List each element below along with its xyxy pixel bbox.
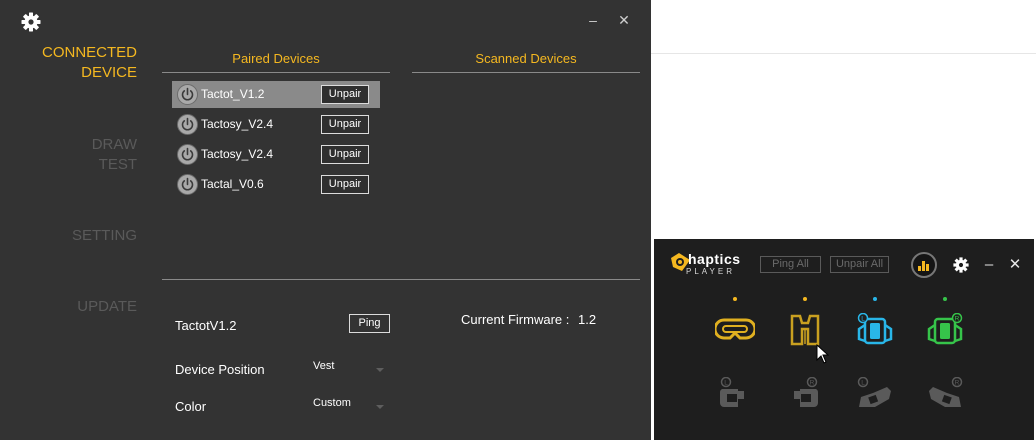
svg-text:R: R — [955, 380, 960, 387]
status-dot — [873, 297, 877, 301]
logo-subtitle: PLAYER — [686, 267, 735, 276]
player-minimize-button[interactable]: – — [981, 257, 997, 273]
paired-devices-title: Paired Devices — [232, 51, 320, 66]
paired-device-row[interactable]: Tactal_V0.6 Unpair — [172, 171, 380, 198]
scanned-devices-divider — [412, 72, 640, 73]
color-value: Custom — [313, 397, 351, 409]
device-name: Tactosy_V2.4 — [201, 117, 274, 131]
unpair-button[interactable]: Unpair — [321, 115, 369, 134]
paired-device-row[interactable]: Tactot_V1.2 Unpair — [172, 81, 380, 108]
nav-item-draw-test[interactable]: DRAW TEST — [92, 135, 137, 175]
player-close-button[interactable]: ✕ — [1007, 257, 1023, 273]
background-divider — [651, 53, 1036, 54]
unpair-button[interactable]: Unpair — [321, 145, 369, 164]
nav-item-label: TEST — [98, 156, 137, 173]
detail-divider — [162, 279, 640, 280]
chevron-down-icon — [376, 368, 384, 372]
power-icon[interactable] — [177, 144, 198, 165]
power-icon[interactable] — [177, 84, 198, 105]
firmware-label: Current Firmware : — [461, 312, 570, 327]
device-name: Tactal_V0.6 — [201, 177, 264, 191]
player-settings-gear-icon[interactable] — [953, 257, 969, 273]
mouse-cursor-icon — [816, 343, 830, 369]
left-arm-icon[interactable]: L — [855, 312, 895, 352]
color-label: Color — [175, 399, 207, 414]
unpair-button[interactable]: Unpair — [321, 175, 369, 194]
close-button[interactable]: ✕ — [616, 12, 632, 28]
svg-text:R: R — [810, 380, 815, 387]
paired-device-row[interactable]: Tactosy_V2.4 Unpair — [172, 111, 380, 138]
ping-all-button[interactable]: Ping All — [760, 256, 821, 273]
power-icon[interactable] — [177, 114, 198, 135]
nav-item-label: DEVICE — [81, 64, 137, 81]
selected-device-name: TactotV1.2 — [175, 318, 237, 333]
svg-text:R: R — [955, 316, 960, 323]
status-dot — [733, 297, 737, 301]
left-foot-icon[interactable]: L — [855, 376, 895, 416]
feedback-meter-icon[interactable] — [911, 252, 937, 278]
right-foot-icon[interactable]: R — [925, 376, 965, 416]
unpair-all-button[interactable]: Unpair All — [830, 256, 889, 273]
power-icon[interactable] — [177, 174, 198, 195]
status-dot — [803, 297, 807, 301]
chevron-down-icon — [376, 405, 384, 409]
minimize-button[interactable]: – — [585, 12, 601, 28]
nav-item-label: UPDATE — [77, 298, 137, 315]
svg-text:L: L — [861, 380, 865, 387]
logo-text: haptics — [688, 251, 741, 267]
head-visor-icon[interactable] — [713, 315, 757, 350]
right-arm-icon[interactable]: R — [925, 312, 965, 352]
nav-item-setting[interactable]: SETTING — [72, 226, 137, 246]
paired-devices-divider — [162, 72, 390, 73]
right-hand-icon[interactable]: R — [786, 376, 824, 416]
device-name: Tactosy_V2.4 — [201, 147, 274, 161]
nav-item-label: CONNECTED — [41, 44, 137, 61]
status-dot — [943, 297, 947, 301]
settings-gear-icon[interactable] — [21, 12, 41, 32]
nav-item-label: SETTING — [71, 227, 137, 244]
device-position-value: Vest — [313, 360, 335, 372]
scanned-devices-title: Scanned Devices — [475, 51, 577, 66]
device-position-select[interactable]: Vest — [310, 356, 386, 376]
nav-item-connected-device[interactable]: CONNECTED DEVICE — [42, 43, 137, 83]
ping-button[interactable]: Ping — [349, 314, 390, 333]
firmware-value: 1.2 — [578, 312, 597, 327]
svg-text:L: L — [724, 380, 728, 387]
unpair-button[interactable]: Unpair — [321, 85, 369, 104]
connected-device-window: – ✕ CONNECTED DEVICE DRAW TEST SETTING U… — [0, 0, 651, 440]
nav-item-label: DRAW — [91, 136, 137, 153]
nav-item-update[interactable]: UPDATE — [77, 297, 137, 317]
color-select[interactable]: Custom — [310, 393, 386, 413]
bhaptics-player-window: haptics PLAYER Ping All Unpair All – ✕ L… — [654, 239, 1034, 440]
device-position-label: Device Position — [175, 362, 265, 377]
left-hand-icon[interactable]: L — [714, 376, 752, 416]
device-name: Tactot_V1.2 — [201, 87, 265, 101]
svg-text:L: L — [861, 316, 865, 323]
paired-device-row[interactable]: Tactosy_V2.4 Unpair — [172, 141, 380, 168]
